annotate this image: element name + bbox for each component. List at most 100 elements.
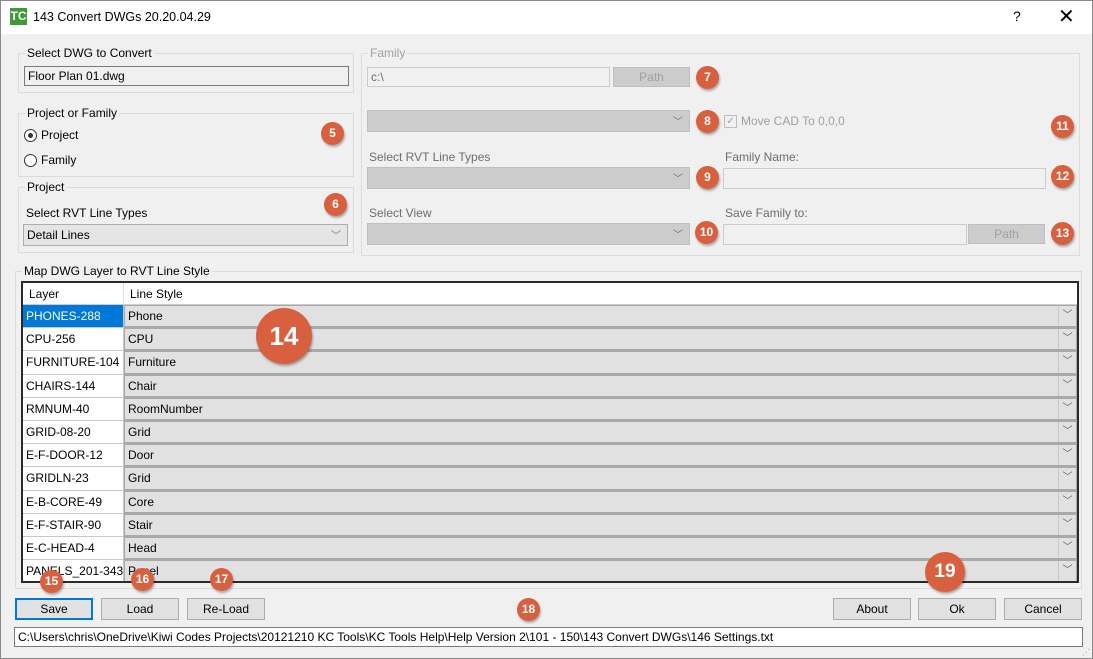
radio-project-label: Project (41, 128, 79, 142)
project-line-types-value: Detail Lines (27, 228, 90, 242)
table-row[interactable]: PANELS_201-343Panel﹀ (23, 560, 1077, 581)
callout-badge-9: 9 (696, 166, 719, 189)
project-group-label: Project (25, 180, 67, 194)
check-icon[interactable]: ✓ (724, 114, 737, 128)
table-row[interactable]: E-C-HEAD-4 Head ﹀ (23, 536, 1077, 561)
column-header-layer[interactable]: Layer (23, 283, 124, 304)
layer-cell[interactable]: CPU-256 (23, 328, 124, 352)
line-style-value: Grid (128, 424, 151, 439)
save-button[interactable]: Save (15, 598, 93, 620)
app-logo-icon: TC (10, 8, 27, 25)
project-or-family-label: Project or Family (25, 106, 120, 120)
layer-cell[interactable]: GRIDLN-23 (23, 467, 124, 491)
chevron-down-icon[interactable]: ﹀ (1058, 468, 1076, 489)
line-style-value: Phone (128, 309, 163, 323)
window-title: 143 Convert DWGs 20.20.04.29 (33, 10, 211, 24)
family-path-button[interactable]: Path (613, 67, 690, 87)
chevron-down-icon[interactable]: ﹀ (1058, 398, 1076, 419)
family-line-types-label: Select RVT Line Types (369, 150, 491, 164)
layer-cell[interactable]: E-F-STAIR-90 (23, 513, 124, 537)
chevron-down-icon[interactable]: ﹀ (1058, 537, 1076, 559)
line-style-combo-cell[interactable]: Stair ﹀ (124, 513, 1077, 537)
settings-path-field[interactable]: C:\Users\chris\OneDrive\Kiwi Codes Proje… (14, 627, 1083, 647)
move-cad-label: Move CAD To 0,0,0 (741, 114, 845, 128)
line-style-combo-cell[interactable]: Chair ﹀ (124, 374, 1077, 398)
layer-cell[interactable]: PANELS_201-343 (23, 560, 124, 581)
chevron-down-icon[interactable]: ﹀ (1058, 514, 1076, 535)
move-cad-checkbox[interactable]: ✓ Move CAD To 0,0,0 (724, 114, 845, 128)
family-path-field[interactable]: c:\ (367, 67, 610, 87)
table-row[interactable]: RMNUM-40 RoomNumber ﹀ (23, 397, 1077, 421)
save-family-path-button[interactable]: Path (968, 224, 1045, 244)
table-row[interactable]: E-B-CORE-49 Core ﹀ (23, 490, 1077, 514)
line-style-value: Stair (128, 517, 153, 532)
chevron-down-icon: ﹀ (673, 117, 683, 128)
close-button[interactable]: ✕ (1058, 4, 1075, 29)
layer-cell[interactable]: FURNITURE-104 (23, 351, 124, 375)
project-or-family-group: Project or Family (18, 106, 354, 177)
cancel-button[interactable]: Cancel (1004, 598, 1082, 620)
table-row[interactable]: FURNITURE-104 Furniture ﹀ (23, 351, 1077, 375)
help-button[interactable]: ? (1013, 8, 1021, 24)
layer-cell[interactable]: E-C-HEAD-4 (23, 536, 124, 561)
table-row[interactable]: PHONES-288 Phone ﹀ (23, 305, 1077, 329)
select-view-combo[interactable]: ﹀ (367, 223, 690, 245)
table-row[interactable]: GRID-08-20 Grid ﹀ (23, 420, 1077, 445)
chevron-down-icon[interactable]: ﹀ (1058, 306, 1076, 327)
layer-cell[interactable]: PHONES-288 (23, 305, 124, 329)
callout-badge-17: 17 (210, 568, 233, 591)
family-name-label: Family Name: (725, 150, 800, 164)
callout-badge-15: 15 (40, 570, 63, 593)
chevron-down-icon[interactable]: ﹀ (1058, 352, 1076, 373)
family-template-combo[interactable]: ﹀ (367, 110, 690, 132)
family-group-label: Family (368, 46, 408, 60)
callout-badge-5: 5 (321, 122, 344, 145)
ok-button[interactable]: Ok (918, 598, 996, 620)
line-style-value: Door (128, 448, 155, 463)
chevron-down-icon[interactable]: ﹀ (1058, 445, 1076, 466)
dwg-file-field[interactable]: Floor Plan 01.dwg (24, 66, 349, 86)
chevron-down-icon[interactable]: ﹀ (1058, 329, 1076, 350)
project-line-types-combo[interactable]: Detail Lines ﹀ (23, 224, 348, 246)
layer-cell[interactable]: RMNUM-40 (23, 397, 124, 421)
reload-button[interactable]: Re-Load (187, 598, 265, 620)
layer-mapping-grid[interactable]: Layer Line Style PHONES-288 Phone ﹀ CPU-256… (21, 281, 1079, 583)
column-header-line-style[interactable]: Line Style (124, 283, 189, 304)
callout-badge-18: 18 (517, 598, 540, 621)
radio-family[interactable]: Family (24, 153, 76, 167)
load-button[interactable]: Load (101, 598, 179, 620)
dialog-window: TC 143 Convert DWGs 20.20.04.29 ? ✕ Sele… (0, 0, 1093, 659)
select-view-label: Select View (369, 206, 432, 220)
chevron-down-icon[interactable]: ﹀ (1058, 561, 1076, 581)
resize-grip-icon[interactable]: ⋰ (1082, 648, 1090, 657)
line-style-value: Furniture (128, 355, 177, 370)
layer-cell[interactable]: E-F-DOOR-12 (23, 444, 124, 468)
save-family-to-field[interactable] (723, 224, 967, 245)
table-row[interactable]: GRIDLN-23 Grid ﹀ (23, 467, 1077, 491)
radio-project-dot[interactable] (24, 128, 37, 142)
family-line-types-combo[interactable]: ﹀ (367, 167, 690, 189)
line-style-combo-cell[interactable]: Grid ﹀ (124, 420, 1077, 445)
line-style-value: Core (128, 494, 155, 509)
callout-badge-13: 13 (1051, 222, 1074, 245)
line-style-value: Grid (128, 471, 151, 486)
table-row[interactable]: CPU-256 CPU ﹀ (23, 328, 1077, 352)
radio-project[interactable]: Project (24, 128, 78, 142)
line-style-combo-cell[interactable]: Door ﹀ (124, 444, 1077, 468)
family-name-field[interactable] (723, 168, 1046, 189)
table-row[interactable]: E-F-STAIR-90 Stair ﹀ (23, 513, 1077, 537)
chevron-down-icon[interactable]: ﹀ (1058, 375, 1076, 396)
line-style-combo-cell[interactable]: Core ﹀ (124, 490, 1077, 514)
radio-family-dot[interactable] (24, 153, 37, 167)
line-style-combo-cell[interactable]: RoomNumber ﹀ (124, 397, 1077, 421)
table-row[interactable]: E-F-DOOR-12 Door ﹀ (23, 444, 1077, 468)
layer-cell[interactable]: CHAIRS-144 (23, 374, 124, 398)
about-button[interactable]: About (833, 598, 911, 620)
layer-cell[interactable]: GRID-08-20 (23, 420, 124, 445)
chevron-down-icon[interactable]: ﹀ (1058, 421, 1076, 443)
table-row[interactable]: CHAIRS-144 Chair ﹀ (23, 374, 1077, 398)
line-style-value: Head (128, 540, 157, 555)
layer-cell[interactable]: E-B-CORE-49 (23, 490, 124, 514)
line-style-combo-cell[interactable]: Grid ﹀ (124, 467, 1077, 491)
chevron-down-icon[interactable]: ﹀ (1058, 491, 1076, 512)
